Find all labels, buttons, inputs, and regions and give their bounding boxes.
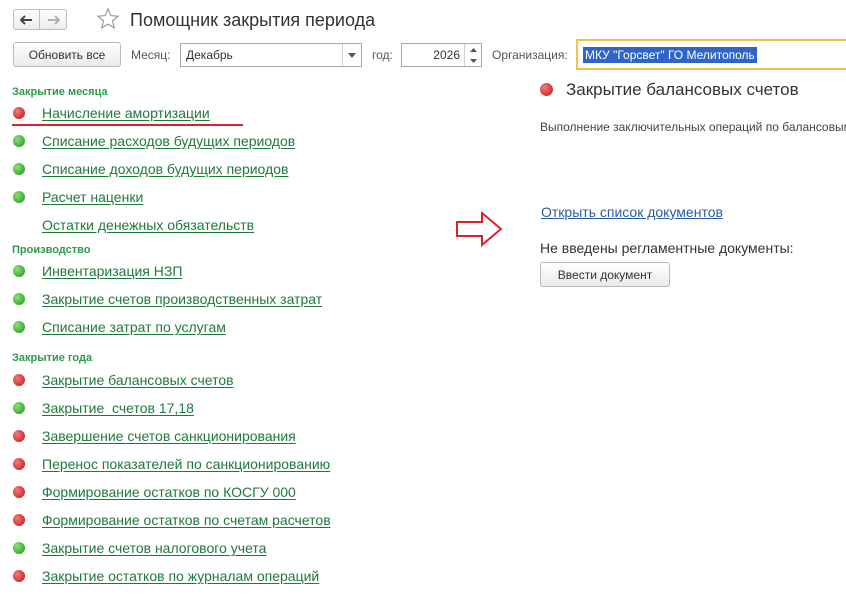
chevron-down-icon: [348, 52, 356, 58]
chevron-down-icon[interactable]: [469, 58, 477, 63]
list-item[interactable]: Списание затрат по услугам: [13, 317, 226, 337]
arrow-right-outline-icon: [456, 210, 503, 248]
status-red-icon: [13, 570, 25, 582]
enter-document-button[interactable]: Ввести документ: [540, 262, 670, 287]
organization-label: Организация:: [492, 48, 568, 62]
list-item[interactable]: Остатки денежных обязательств: [13, 215, 254, 235]
highlight-underline: [12, 124, 243, 126]
item-link[interactable]: Списание затрат по услугам: [42, 319, 226, 335]
status-green-icon: [13, 402, 25, 414]
list-item[interactable]: Инвентаризация НЗП: [13, 261, 182, 281]
status-green-icon: [13, 191, 25, 203]
list-item[interactable]: Списание доходов будущих периодов: [13, 159, 288, 179]
month-value: Декабрь: [186, 48, 233, 62]
chevron-up-icon[interactable]: [469, 47, 477, 52]
back-button[interactable]: [13, 9, 40, 30]
item-link[interactable]: Завершение счетов санкционирования: [42, 428, 296, 444]
list-item[interactable]: Закрытие счетов 17,18: [13, 398, 194, 418]
status-green-icon: [13, 293, 25, 305]
item-link[interactable]: Инвентаризация НЗП: [42, 263, 182, 279]
panel-description: Выполнение заключительных операций по ба…: [540, 120, 846, 134]
item-link[interactable]: Расчет наценки: [42, 189, 143, 205]
status-red-icon: [13, 430, 25, 442]
organization-value: МКУ "Горсвет" ГО Мелитополь: [583, 47, 757, 63]
status-red-icon: [13, 107, 25, 119]
list-item[interactable]: Закрытие балансовых счетов: [13, 370, 234, 390]
list-item[interactable]: Формирование остатков по КОСГУ 000: [13, 482, 296, 502]
list-item[interactable]: Закрытие счетов налогового учета: [13, 538, 266, 558]
list-item[interactable]: Закрытие счетов производственных затрат: [13, 289, 322, 309]
year-input[interactable]: 2026: [401, 43, 482, 67]
item-link[interactable]: Начисление амортизации: [42, 105, 210, 121]
refresh-all-button[interactable]: Обновить все: [13, 42, 121, 67]
item-link[interactable]: Закрытие счетов производственных затрат: [42, 291, 322, 307]
item-link[interactable]: Закрытие счетов налогового учета: [42, 540, 266, 556]
item-link[interactable]: Закрытие счетов 17,18: [42, 400, 194, 416]
list-item[interactable]: Списание расходов будущих периодов: [13, 131, 295, 151]
list-item[interactable]: Завершение счетов санкционирования: [13, 426, 296, 446]
status-red-icon: [13, 458, 25, 470]
year-stepper[interactable]: [464, 44, 481, 66]
item-link[interactable]: Формирование остатков по КОСГУ 000: [42, 484, 296, 500]
no-documents-text: Не введены регламентные документы:: [540, 240, 794, 256]
page-title: Помощник закрытия периода: [130, 10, 376, 30]
status-none-icon: [13, 219, 25, 231]
panel-title: Закрытие балансовых счетов: [566, 80, 799, 99]
month-select[interactable]: Декабрь: [180, 43, 362, 67]
forward-button[interactable]: [40, 9, 67, 30]
status-red-icon: [13, 374, 25, 386]
year-value: 2026: [433, 48, 460, 62]
item-link[interactable]: Списание доходов будущих периодов: [42, 161, 288, 177]
item-link[interactable]: Перенос показателей по санкционированию: [42, 456, 330, 472]
item-link[interactable]: Остатки денежных обязательств: [42, 217, 254, 233]
section-title-year: Закрытие года: [12, 352, 93, 364]
status-green-icon: [13, 265, 25, 277]
status-green-icon: [13, 135, 25, 147]
item-link[interactable]: Закрытие балансовых счетов: [42, 372, 234, 388]
status-green-icon: [13, 542, 25, 554]
year-label: год:: [372, 48, 393, 62]
item-link[interactable]: Формирование остатков по счетам расчетов: [42, 512, 331, 528]
dropdown-button[interactable]: [342, 44, 361, 66]
list-item[interactable]: Перенос показателей по санкционированию: [13, 454, 330, 474]
organization-input[interactable]: МКУ "Горсвет" ГО Мелитополь: [576, 39, 846, 70]
section-title-production: Производство: [12, 244, 91, 256]
open-document-list-link[interactable]: Открыть список документов: [541, 204, 723, 220]
arrow-right-icon: [47, 14, 60, 25]
status-green-icon: [13, 321, 25, 333]
list-item[interactable]: Начисление амортизации: [13, 103, 210, 123]
item-link[interactable]: Списание расходов будущих периодов: [42, 133, 295, 149]
list-item[interactable]: Закрытие остатков по журналам операций: [13, 566, 319, 586]
status-red-icon: [13, 514, 25, 526]
status-red-icon: [540, 83, 553, 96]
arrow-left-icon: [20, 14, 32, 25]
list-item[interactable]: Расчет наценки: [13, 187, 143, 207]
list-item[interactable]: Формирование остатков по счетам расчетов: [13, 510, 331, 530]
star-icon[interactable]: [96, 7, 120, 31]
status-red-icon: [13, 486, 25, 498]
section-title-month: Закрытие месяца: [12, 86, 108, 98]
status-green-icon: [13, 163, 25, 175]
month-label: Месяц:: [131, 48, 171, 62]
item-link[interactable]: Закрытие остатков по журналам операций: [42, 568, 319, 584]
